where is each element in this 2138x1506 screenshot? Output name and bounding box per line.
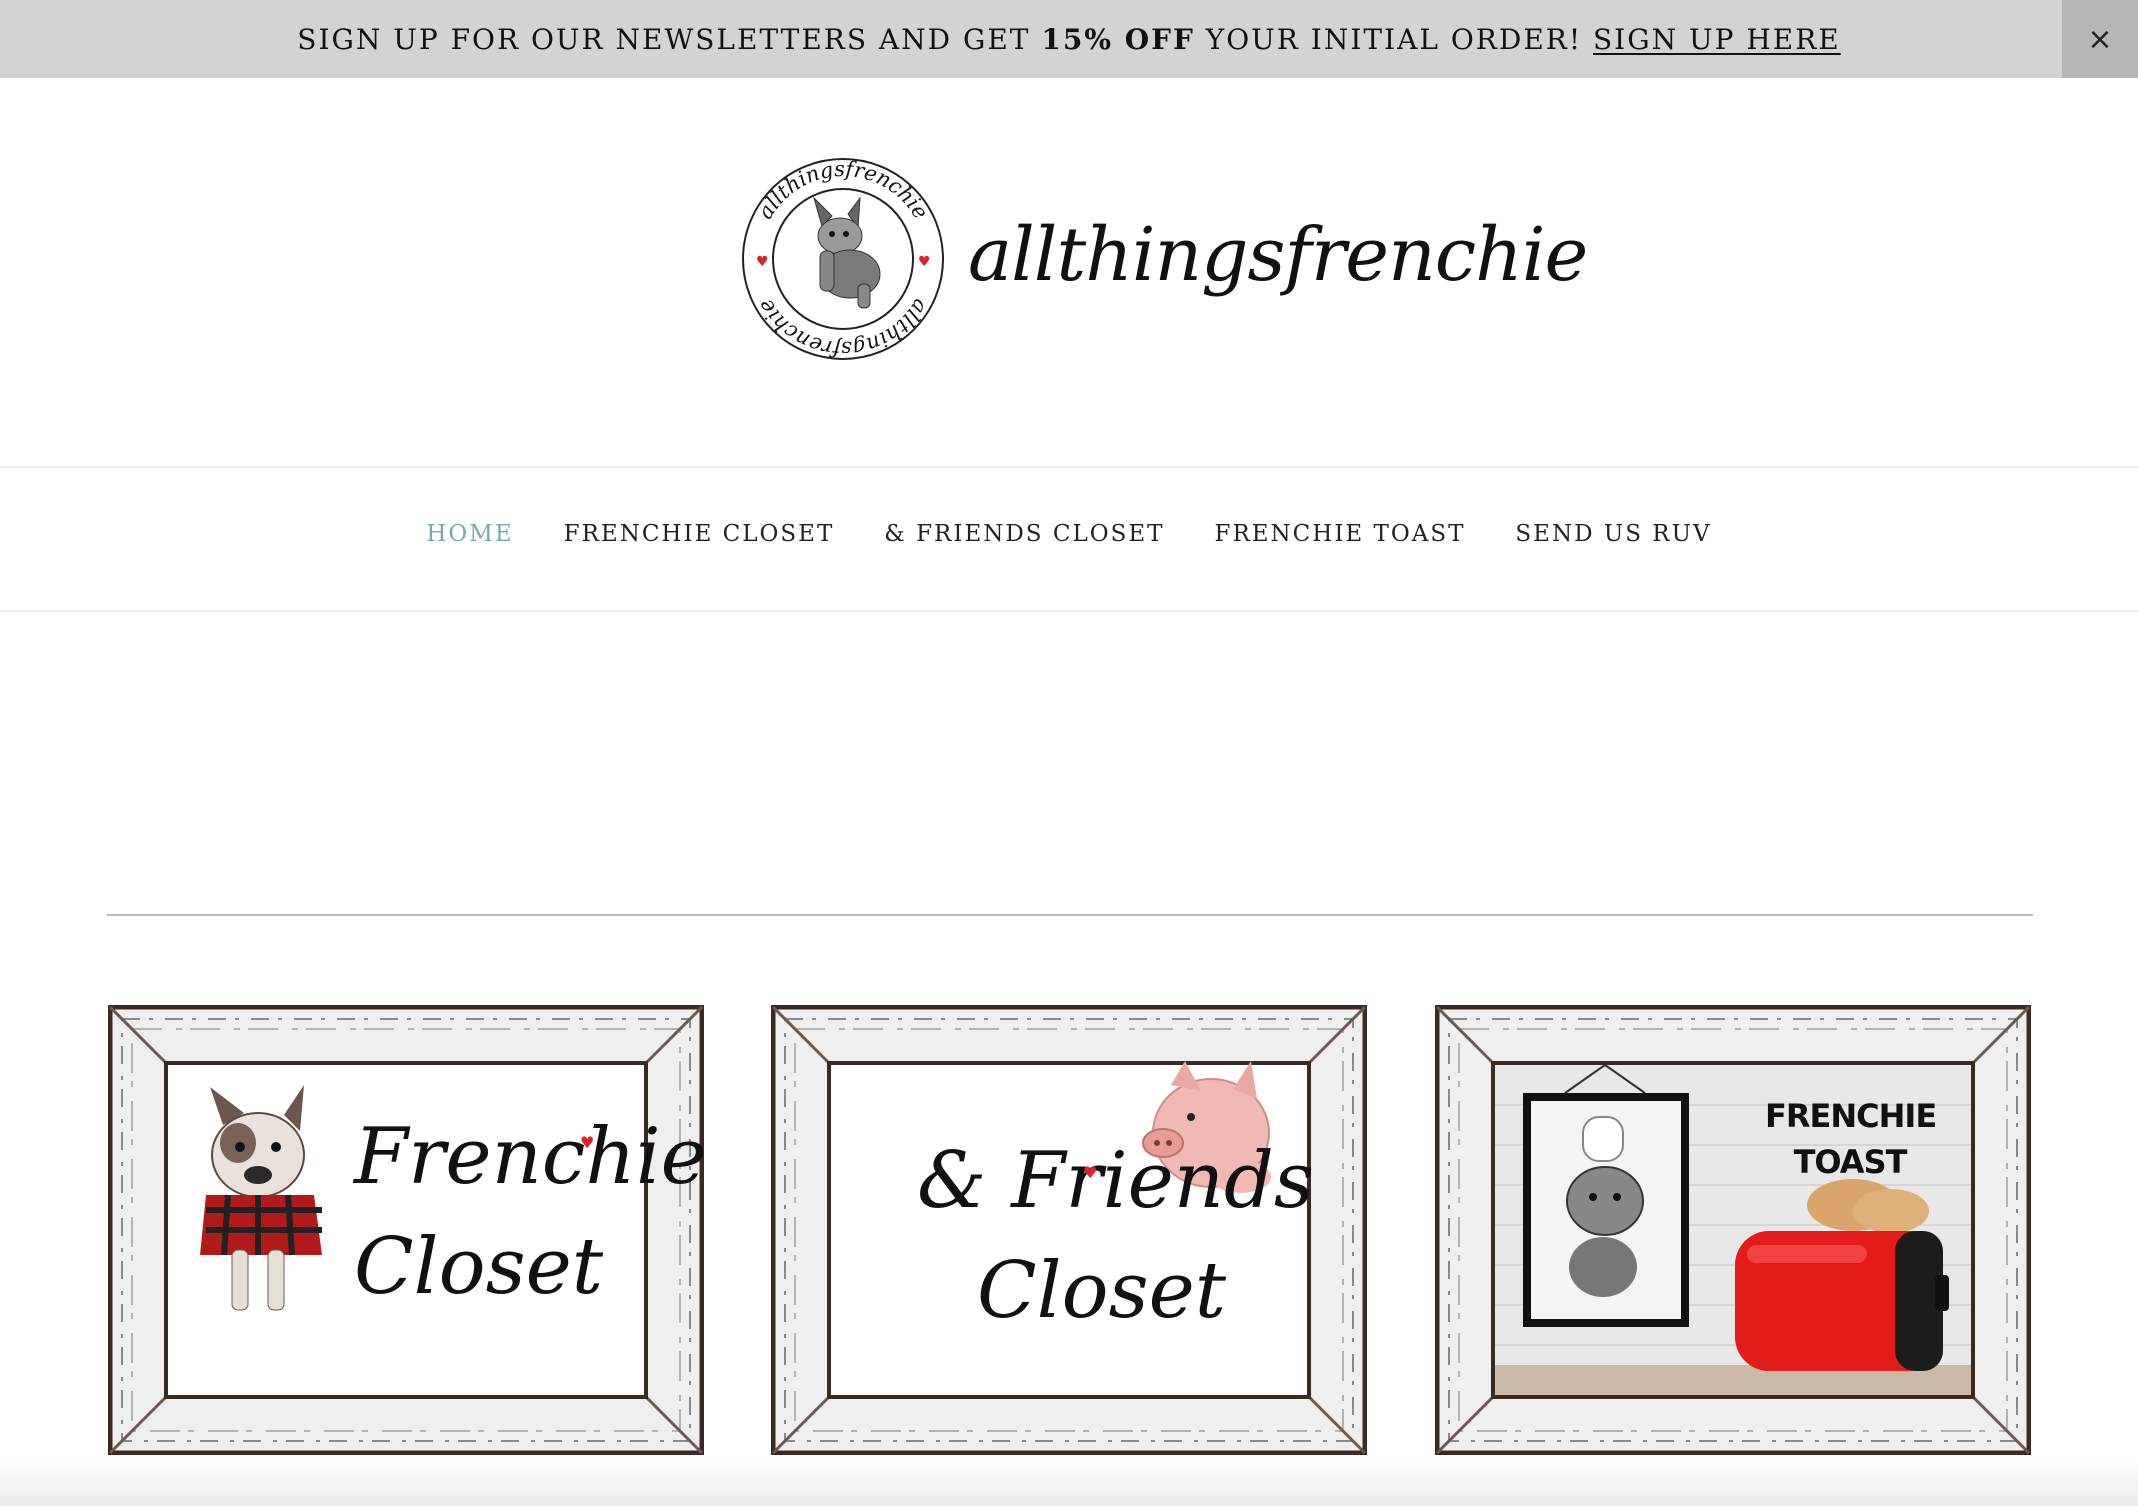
tile-label-line2: Closet — [354, 1222, 604, 1312]
logo-seal-icon: allthingsfrenchie allthingsfrenchie ♥ ♥ — [742, 157, 944, 361]
heart-icon: ♥ — [580, 1133, 595, 1152]
wood-frame-image — [1435, 1005, 2031, 1455]
main-nav: HOME FRENCHIE CLOSET & FRIENDS CLOSET FR… — [0, 466, 2138, 612]
announcement-text: SIGN UP FOR OUR NEWSLETTERS AND GET 15% … — [297, 23, 1840, 56]
announcement-text-before: SIGN UP FOR OUR NEWSLETTERS AND GET — [297, 22, 1042, 56]
tile-frenchie-closet[interactable]: Frenchie Closet ♥ — [108, 1005, 707, 1455]
close-announcement-button[interactable]: × — [2062, 0, 2138, 78]
tile-label-line2: Closet — [977, 1246, 1227, 1336]
tile-label-line1: & Friends — [917, 1136, 1314, 1226]
nav-item-frenchie-closet[interactable]: FRENCHIE CLOSET — [564, 521, 835, 547]
tile-label-line1: FRENCHIE — [1765, 1097, 1937, 1135]
sign-up-link[interactable]: SIGN UP HERE — [1593, 23, 1841, 56]
svg-text:♥: ♥ — [918, 254, 931, 270]
tile-frenchie-toast[interactable]: FRENCHIE TOAST — [1435, 1005, 2031, 1455]
site-header: allthingsfrenchie allthingsfrenchie ♥ ♥ … — [0, 78, 2138, 468]
bottom-fade — [0, 1458, 2138, 1506]
svg-text:♥: ♥ — [756, 254, 769, 270]
nav-item-send-us-ruv[interactable]: SEND US RUV — [1515, 521, 1711, 547]
announcement-discount: 15% OFF — [1041, 22, 1195, 56]
site-logo[interactable]: allthingsfrenchie allthingsfrenchie ♥ ♥ … — [740, 156, 1588, 362]
close-icon: × — [2087, 21, 2113, 57]
nav-item-home[interactable]: HOME — [426, 521, 513, 547]
nav-item-frenchie-toast[interactable]: FRENCHIE TOAST — [1214, 521, 1465, 547]
tile-friends-closet[interactable]: & Friends Closet ♥ — [771, 1005, 1367, 1455]
chef-dog-picture — [1523, 1064, 1689, 1327]
wood-frame-image — [771, 1005, 1367, 1455]
section-divider — [107, 914, 2033, 916]
announcement-text-after: YOUR INITIAL ORDER! — [1194, 22, 1593, 56]
heart-icon: ♥ — [1083, 1163, 1098, 1182]
nav-item-friends-closet[interactable]: & FRIENDS CLOSET — [884, 521, 1164, 547]
announcement-bar: SIGN UP FOR OUR NEWSLETTERS AND GET 15% … — [0, 0, 2138, 78]
tile-label-line2: TOAST — [1793, 1143, 1908, 1181]
tile-label-line1: Frenchie — [354, 1112, 707, 1202]
brand-wordmark: allthingsfrenchie — [968, 212, 1588, 298]
